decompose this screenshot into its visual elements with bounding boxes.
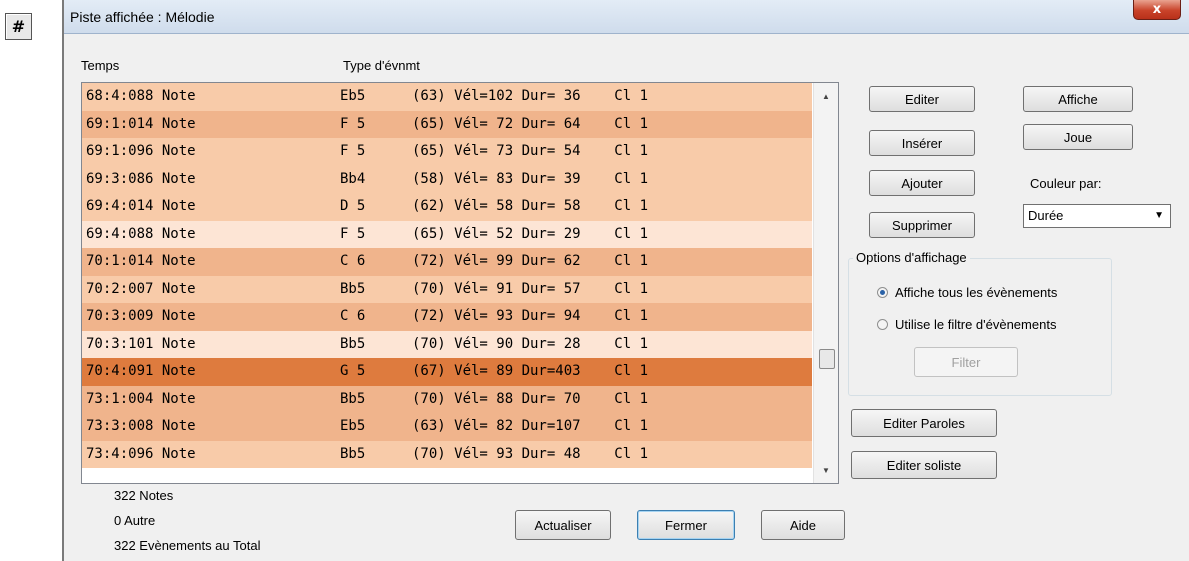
event-detail: (70) Vél= 91 Dur= 57 Cl 1 [412, 280, 649, 297]
inserer-button[interactable]: Insérer [869, 130, 975, 156]
event-note: C 6 [340, 308, 366, 324]
event-row[interactable]: 70:1:014 Note C 6 (72) Vél= 99 Dur= 62 Cl … [82, 248, 812, 276]
event-note: Bb4 [340, 170, 366, 187]
event-time: 69:1:014 Note [86, 115, 196, 132]
event-note: Bb5 [340, 390, 366, 407]
event-row[interactable]: 69:4:014 Note D 5 (62) Vél= 58 Dur= 58 Cl … [82, 193, 812, 221]
close-icon: x [1152, 2, 1162, 17]
status-notes-count: 322 Notes [114, 488, 174, 503]
event-detail: (62) Vél= 58 Dur= 58 Cl 1 [412, 198, 649, 214]
editer-paroles-button[interactable]: Editer Paroles [851, 409, 997, 437]
event-row[interactable]: 73:4:096 Note Bb5 (70) Vél= 93 Dur= 48 Cl … [82, 440, 812, 468]
column-header-time: Temps [81, 58, 120, 73]
event-rows: 68:4:088 Note Eb5 (63) Vél=102 Dur= 36 Cl … [82, 83, 812, 483]
event-note: Bb5 [340, 280, 366, 297]
close-button[interactable]: x [1133, 0, 1181, 20]
joue-button[interactable]: Joue [1023, 124, 1133, 150]
event-time: 70:3:101 Note [86, 335, 196, 352]
event-detail: (63) Vél= 82 Dur=107 Cl 1 [412, 418, 649, 434]
editer-soliste-button[interactable]: Editer soliste [851, 451, 997, 479]
vertical-scrollbar[interactable]: ▲ ▼ [813, 83, 838, 483]
event-time: 73:4:096 Note [86, 445, 196, 462]
event-detail: (67) Vél= 89 Dur=403 Cl 1 [412, 363, 649, 379]
event-note: F 5 [340, 225, 366, 242]
display-options-legend: Options d'affichage [853, 250, 970, 265]
event-note: C 6 [340, 253, 366, 269]
event-time: 73:1:004 Note [86, 390, 196, 407]
event-row[interactable]: 70:4:091 Note G 5 (67) Vél= 89 Dur=403 Cl … [82, 358, 812, 386]
event-row[interactable]: 73:1:004 Note Bb5 (70) Vél= 88 Dur= 70 Cl … [82, 385, 812, 413]
event-row[interactable]: 70:3:101 Note Bb5 (70) Vél= 90 Dur= 28 Cl … [82, 330, 812, 358]
event-detail: (58) Vél= 83 Dur= 39 Cl 1 [412, 170, 649, 187]
affiche-button[interactable]: Affiche [1023, 86, 1133, 112]
event-row[interactable]: 70:3:009 Note C 6 (72) Vél= 93 Dur= 94 Cl … [82, 303, 812, 331]
aide-button[interactable]: Aide [761, 510, 845, 540]
event-row[interactable]: 70:2:007 Note Bb5 (70) Vél= 91 Dur= 57 Cl … [82, 275, 812, 303]
status-total-count: 322 Evènements au Total [114, 538, 261, 553]
radio-show-all-label: Affiche tous les évènements [895, 285, 1058, 300]
radio-show-all-events[interactable]: Affiche tous les évènements [877, 285, 1057, 300]
event-row[interactable]: 69:4:088 Note F 5 (65) Vél= 52 Dur= 29 Cl … [82, 220, 812, 248]
radio-unselected-icon [877, 319, 888, 330]
filter-button[interactable]: Filter [914, 347, 1018, 377]
radio-use-filter-label: Utilise le filtre d'évènements [895, 317, 1057, 332]
event-note: Eb5 [340, 418, 366, 434]
event-row[interactable]: 69:1:096 Note F 5 (65) Vél= 73 Dur= 54 Cl … [82, 138, 812, 166]
dropdown-arrow-icon: ▼ [1154, 210, 1164, 221]
radio-use-event-filter[interactable]: Utilise le filtre d'évènements [877, 317, 1056, 332]
event-detail: (65) Vél= 73 Dur= 54 Cl 1 [412, 143, 649, 159]
column-header-type: Type d'évnmt [343, 58, 420, 73]
supprimer-button[interactable]: Supprimer [869, 212, 975, 238]
event-time: 69:4:014 Note [86, 198, 196, 214]
event-time: 70:4:091 Note [86, 363, 196, 379]
window-title: Piste affichée : Mélodie [70, 9, 215, 25]
actualiser-button[interactable]: Actualiser [515, 510, 611, 540]
status-other-count: 0 Autre [114, 513, 156, 528]
event-detail: (70) Vél= 90 Dur= 28 Cl 1 [412, 335, 649, 352]
event-note: Bb5 [340, 445, 366, 462]
event-time: 70:1:014 Note [86, 253, 196, 269]
event-note: Eb5 [340, 88, 366, 104]
radio-selected-icon [877, 287, 888, 298]
fermer-button[interactable]: Fermer [637, 510, 735, 540]
event-detail: (65) Vél= 52 Dur= 29 Cl 1 [412, 225, 649, 242]
event-detail: (72) Vél= 99 Dur= 62 Cl 1 [412, 253, 649, 269]
event-row[interactable]: 68:4:088 Note Eb5 (63) Vél=102 Dur= 36 Cl … [82, 83, 812, 111]
app-hash-icon[interactable]: # [5, 13, 32, 40]
scroll-up-arrow-icon[interactable]: ▲ [814, 87, 838, 105]
event-row[interactable]: 73:3:008 Note Eb5 (63) Vél= 82 Dur=107 Cl … [82, 413, 812, 441]
event-detail: (70) Vél= 88 Dur= 70 Cl 1 [412, 390, 649, 407]
event-time: 69:3:086 Note [86, 170, 196, 187]
event-detail: (65) Vél= 72 Dur= 64 Cl 1 [412, 115, 649, 132]
event-note: Bb5 [340, 335, 366, 352]
event-note: F 5 [340, 143, 366, 159]
editer-button[interactable]: Editer [869, 86, 975, 112]
ajouter-button[interactable]: Ajouter [869, 170, 975, 196]
event-note: D 5 [340, 198, 366, 214]
event-time: 68:4:088 Note [86, 88, 196, 104]
event-detail: (72) Vél= 93 Dur= 94 Cl 1 [412, 308, 649, 324]
event-time: 70:3:009 Note [86, 308, 196, 324]
event-time: 70:2:007 Note [86, 280, 196, 297]
event-row[interactable]: 69:3:086 Note Bb4 (58) Vél= 83 Dur= 39 Cl … [82, 165, 812, 193]
title-bar: Piste affichée : Mélodie x [64, 0, 1189, 34]
event-row[interactable]: 69:1:014 Note F 5 (65) Vél= 72 Dur= 64 Cl … [82, 110, 812, 138]
scroll-down-arrow-icon[interactable]: ▼ [814, 461, 838, 479]
event-time: 69:4:088 Note [86, 225, 196, 242]
color-by-value: Durée [1028, 208, 1064, 223]
event-detail: (70) Vél= 93 Dur= 48 Cl 1 [412, 445, 649, 462]
event-time: 73:3:008 Note [86, 418, 196, 434]
color-by-select[interactable]: Durée ▼ [1023, 204, 1171, 228]
color-by-label: Couleur par: [1030, 176, 1102, 191]
event-note: G 5 [340, 363, 366, 379]
display-options-group: Options d'affichage Affiche tous les évè… [848, 250, 1112, 396]
event-list-window: Piste affichée : Mélodie x Temps Type d'… [62, 0, 1189, 561]
event-note: F 5 [340, 115, 366, 132]
event-time: 69:1:096 Note [86, 143, 196, 159]
scroll-thumb[interactable] [819, 349, 835, 369]
event-detail: (63) Vél=102 Dur= 36 Cl 1 [412, 88, 649, 104]
event-list[interactable]: 68:4:088 Note Eb5 (63) Vél=102 Dur= 36 Cl … [81, 82, 839, 484]
